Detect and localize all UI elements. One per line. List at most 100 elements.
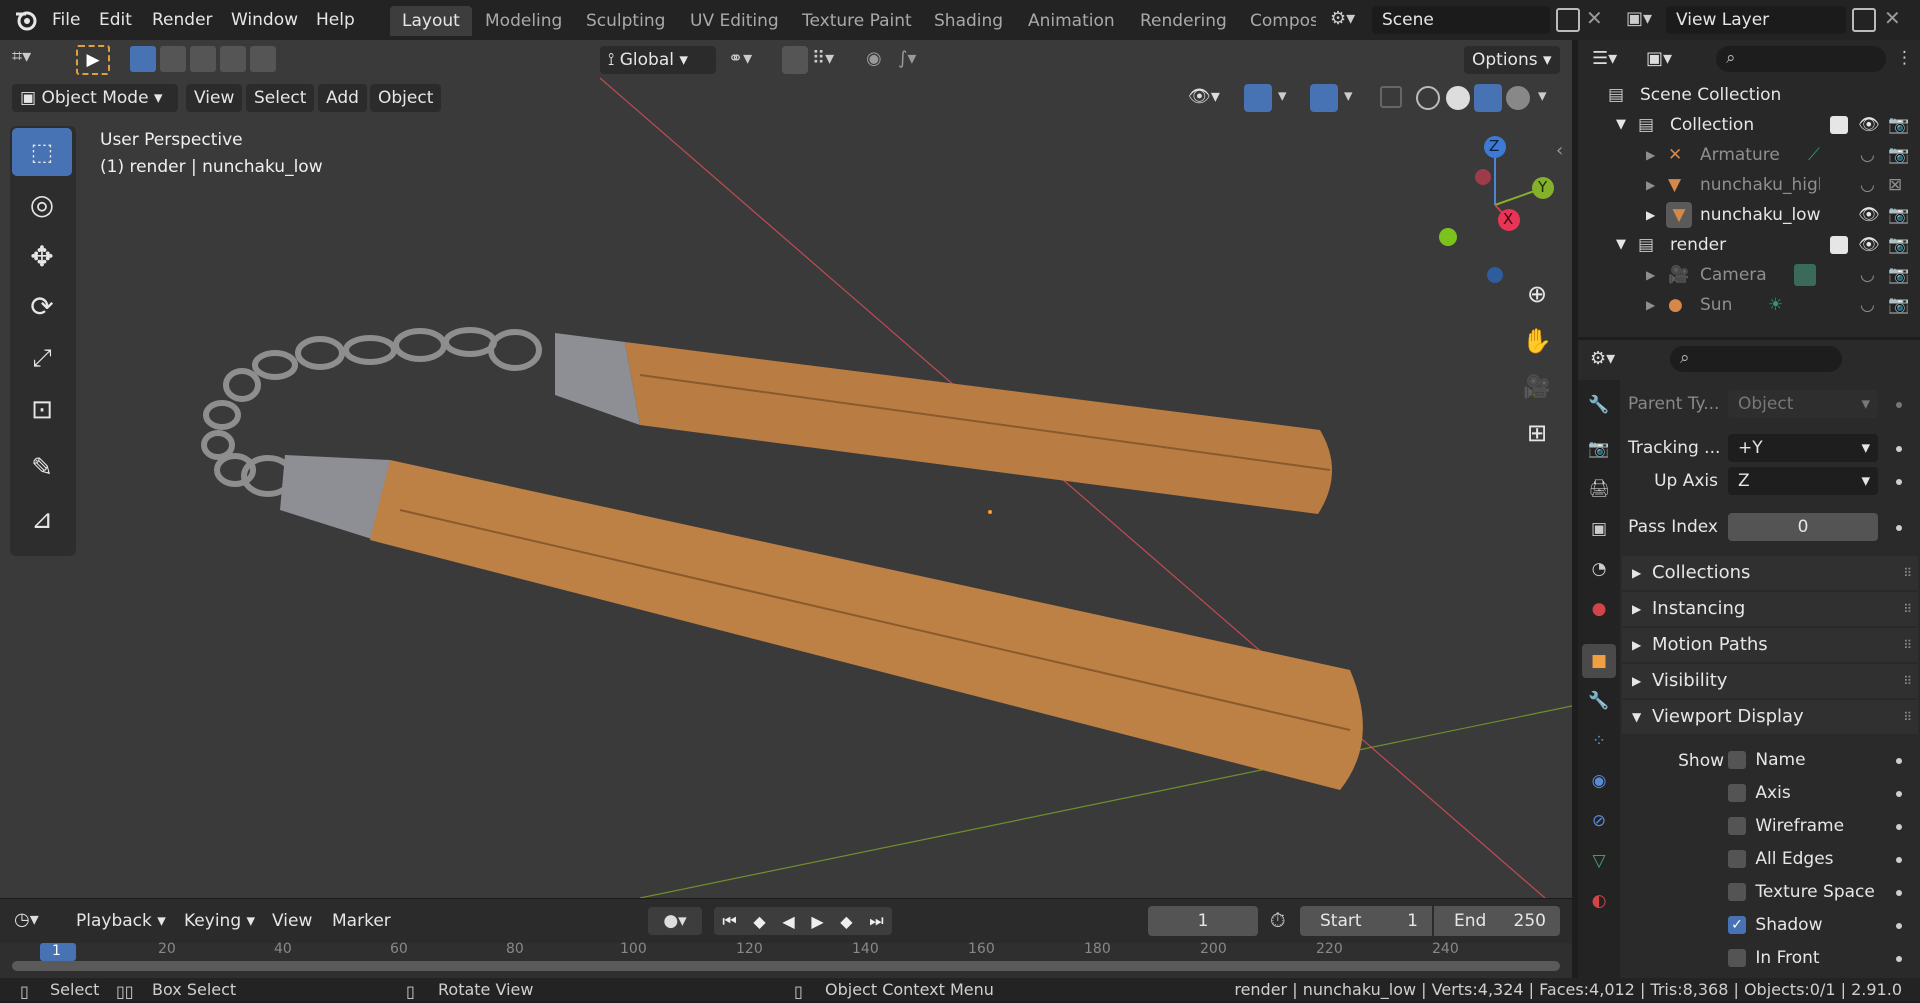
timeline-editor-type-icon[interactable]: ◷▾ <box>14 909 39 930</box>
expand-arrow-icon[interactable]: ▶ <box>1646 200 1655 230</box>
tab-output[interactable]: 🖨 <box>1582 472 1616 506</box>
animate-dot[interactable] <box>1896 956 1902 962</box>
visibility-eye-icon[interactable]: 👁 <box>1858 200 1880 230</box>
tab-modeling[interactable]: Modeling <box>473 6 574 36</box>
visibility-eye-icon[interactable]: 👁 <box>1858 230 1880 260</box>
3d-viewport[interactable]: ⌗▾ ▶ ⟟ Global ▾ ⚭▾ ⠿▾ ◉ ∫▾ Options ▾ ▣ O… <box>0 40 1572 898</box>
render-camera-icon[interactable]: 📷 <box>1888 260 1909 290</box>
animate-dot[interactable] <box>1896 890 1902 896</box>
checkbox-box[interactable] <box>1728 817 1746 835</box>
new-view-layer-icon[interactable] <box>1852 8 1876 32</box>
checkbox-box[interactable] <box>1728 751 1746 769</box>
pivot-point-icon[interactable]: ⚭▾ <box>728 48 752 69</box>
timeline-ruler[interactable]: 1 20 40 60 80 100 120 140 160 180 200 22… <box>0 941 1572 979</box>
tab-object[interactable]: ■ <box>1582 644 1616 678</box>
expand-arrow-icon[interactable]: ▼ <box>1616 110 1626 140</box>
snap-target-icon[interactable]: ⠿▾ <box>812 48 834 69</box>
tool-move[interactable]: ✥ <box>12 232 72 280</box>
tool-annotate[interactable]: ✎ <box>12 444 72 492</box>
new-scene-icon[interactable] <box>1556 8 1580 32</box>
menu-edit[interactable]: Edit <box>99 8 132 32</box>
drag-handle-icon[interactable]: ⠿ <box>1903 700 1912 734</box>
checkbox-name[interactable]: Name <box>1728 748 1806 772</box>
tab-uv-editing[interactable]: UV Editing <box>678 6 791 36</box>
hidden-eye-icon[interactable]: ◡ <box>1860 170 1875 200</box>
scene-collection-row[interactable]: ▤ Scene Collection <box>1578 80 1920 110</box>
play-icon[interactable]: ▶ <box>811 912 823 931</box>
jump-start-icon[interactable]: ⏮ <box>722 911 736 931</box>
expand-arrow-icon[interactable]: ▶ <box>1646 140 1655 170</box>
wireframe-shading-icon[interactable] <box>1416 86 1440 110</box>
scene-selector-icon[interactable]: ⚙▾ <box>1330 8 1366 32</box>
render-camera-icon[interactable]: 📷 <box>1888 200 1909 230</box>
tool-select-box[interactable]: ⬚ <box>12 128 72 176</box>
animate-dot[interactable] <box>1896 479 1902 485</box>
view-layer-field[interactable]: View Layer <box>1666 6 1846 34</box>
view-layer-icon[interactable]: ▣▾ <box>1626 8 1652 29</box>
checkbox-wireframe[interactable]: Wireframe <box>1728 814 1844 838</box>
hidden-eye-icon[interactable]: ◡ <box>1860 140 1875 170</box>
animate-dot[interactable] <box>1896 402 1902 408</box>
tab-data[interactable]: ▽ <box>1582 844 1616 878</box>
tab-rendering[interactable]: Rendering <box>1128 6 1239 36</box>
tab-modifiers[interactable]: 🔧 <box>1582 684 1616 718</box>
editor-type-button[interactable]: ⌗▾ <box>12 46 58 74</box>
outliner-row-render[interactable]: ▼ ▤ render 👁 📷 <box>1578 230 1920 260</box>
tab-compositing[interactable]: Compos <box>1238 6 1316 36</box>
xray-toggle-icon[interactable] <box>1380 86 1402 108</box>
menu-help[interactable]: Help <box>316 8 355 32</box>
animate-dot[interactable] <box>1896 824 1902 830</box>
tool-scale[interactable]: ⤢ <box>12 334 72 382</box>
delete-scene-icon[interactable]: ✕ <box>1586 6 1603 30</box>
select-subtract-icon[interactable] <box>190 46 216 72</box>
tab-shading[interactable]: Shading <box>922 6 1015 36</box>
animate-dot[interactable] <box>1896 857 1902 863</box>
tool-measure[interactable]: ⊿ <box>12 496 72 544</box>
pass-index-field[interactable]: 0 <box>1728 513 1878 541</box>
animate-dot[interactable] <box>1896 791 1902 797</box>
overlays-toggle-icon[interactable] <box>1310 84 1338 112</box>
menu-file[interactable]: File <box>52 8 80 32</box>
properties-search-input[interactable]: ⌕ <box>1670 346 1842 372</box>
zoom-button[interactable]: ⊕ <box>1516 273 1558 315</box>
select-extend-icon[interactable] <box>160 46 186 72</box>
animate-dot[interactable] <box>1896 446 1902 452</box>
tab-layout[interactable]: Layout <box>390 6 472 36</box>
expand-arrow-icon[interactable]: ▶ <box>1646 260 1655 290</box>
render-camera-icon[interactable]: 📷 <box>1888 140 1909 170</box>
checkbox-texture-space[interactable]: Texture Space <box>1728 880 1875 904</box>
select-mode-button[interactable]: ▶ <box>76 45 110 75</box>
select-invert-icon[interactable] <box>220 46 246 72</box>
animate-dot[interactable] <box>1896 923 1902 929</box>
outliner-row-nunchaku-low[interactable]: ▶ ▼ nunchaku_low 👁 📷 <box>1578 200 1920 230</box>
select-new-icon[interactable] <box>130 46 156 72</box>
stopwatch-icon[interactable]: ⏱ <box>1270 908 1296 934</box>
material-shading-icon[interactable] <box>1474 84 1502 112</box>
menu-object[interactable]: Object <box>370 84 442 112</box>
menu-view[interactable]: View <box>186 84 243 112</box>
camera-view-button[interactable]: 🎥 <box>1516 366 1558 408</box>
tool-cursor[interactable]: ◎ <box>12 180 72 228</box>
outliner-row-collection[interactable]: ▼ ▤ Collection 👁 📷 <box>1578 110 1920 140</box>
exclude-checkbox[interactable] <box>1830 236 1848 254</box>
checkbox-box[interactable] <box>1728 850 1746 868</box>
timeline-scrollbar[interactable] <box>12 961 1560 971</box>
play-reverse-icon[interactable]: ◀ <box>782 912 794 931</box>
visibility-eye-icon[interactable]: 👁▾ <box>1188 86 1220 107</box>
tab-view-layer[interactable]: ▣ <box>1582 512 1616 546</box>
shading-dropdown-icon[interactable]: ▾ <box>1538 86 1547 106</box>
menu-keying[interactable]: Keying ▾ <box>176 907 264 935</box>
menu-marker[interactable]: Marker <box>324 907 399 935</box>
collapse-sidebar-icon[interactable]: ‹ <box>1556 140 1563 161</box>
outliner[interactable]: ☰▾ ▣▾ ⌕ ⋮ ▤ Scene Collection ▼ ▤ Collect… <box>1578 40 1920 337</box>
tracking-axis-dropdown[interactable]: +Y ▾ <box>1728 434 1878 462</box>
snap-toggle-icon[interactable] <box>782 46 808 74</box>
hidden-eye-icon[interactable]: ◡ <box>1860 290 1875 320</box>
checkbox-box[interactable] <box>1728 949 1746 967</box>
checkbox-box[interactable] <box>1728 883 1746 901</box>
transform-orientation-dropdown[interactable]: ⟟ Global ▾ <box>600 46 716 74</box>
menu-render[interactable]: Render <box>152 8 213 32</box>
tab-physics[interactable]: ◉ <box>1582 764 1616 798</box>
tab-animation[interactable]: Animation <box>1016 6 1127 36</box>
animate-dot[interactable] <box>1896 525 1902 531</box>
